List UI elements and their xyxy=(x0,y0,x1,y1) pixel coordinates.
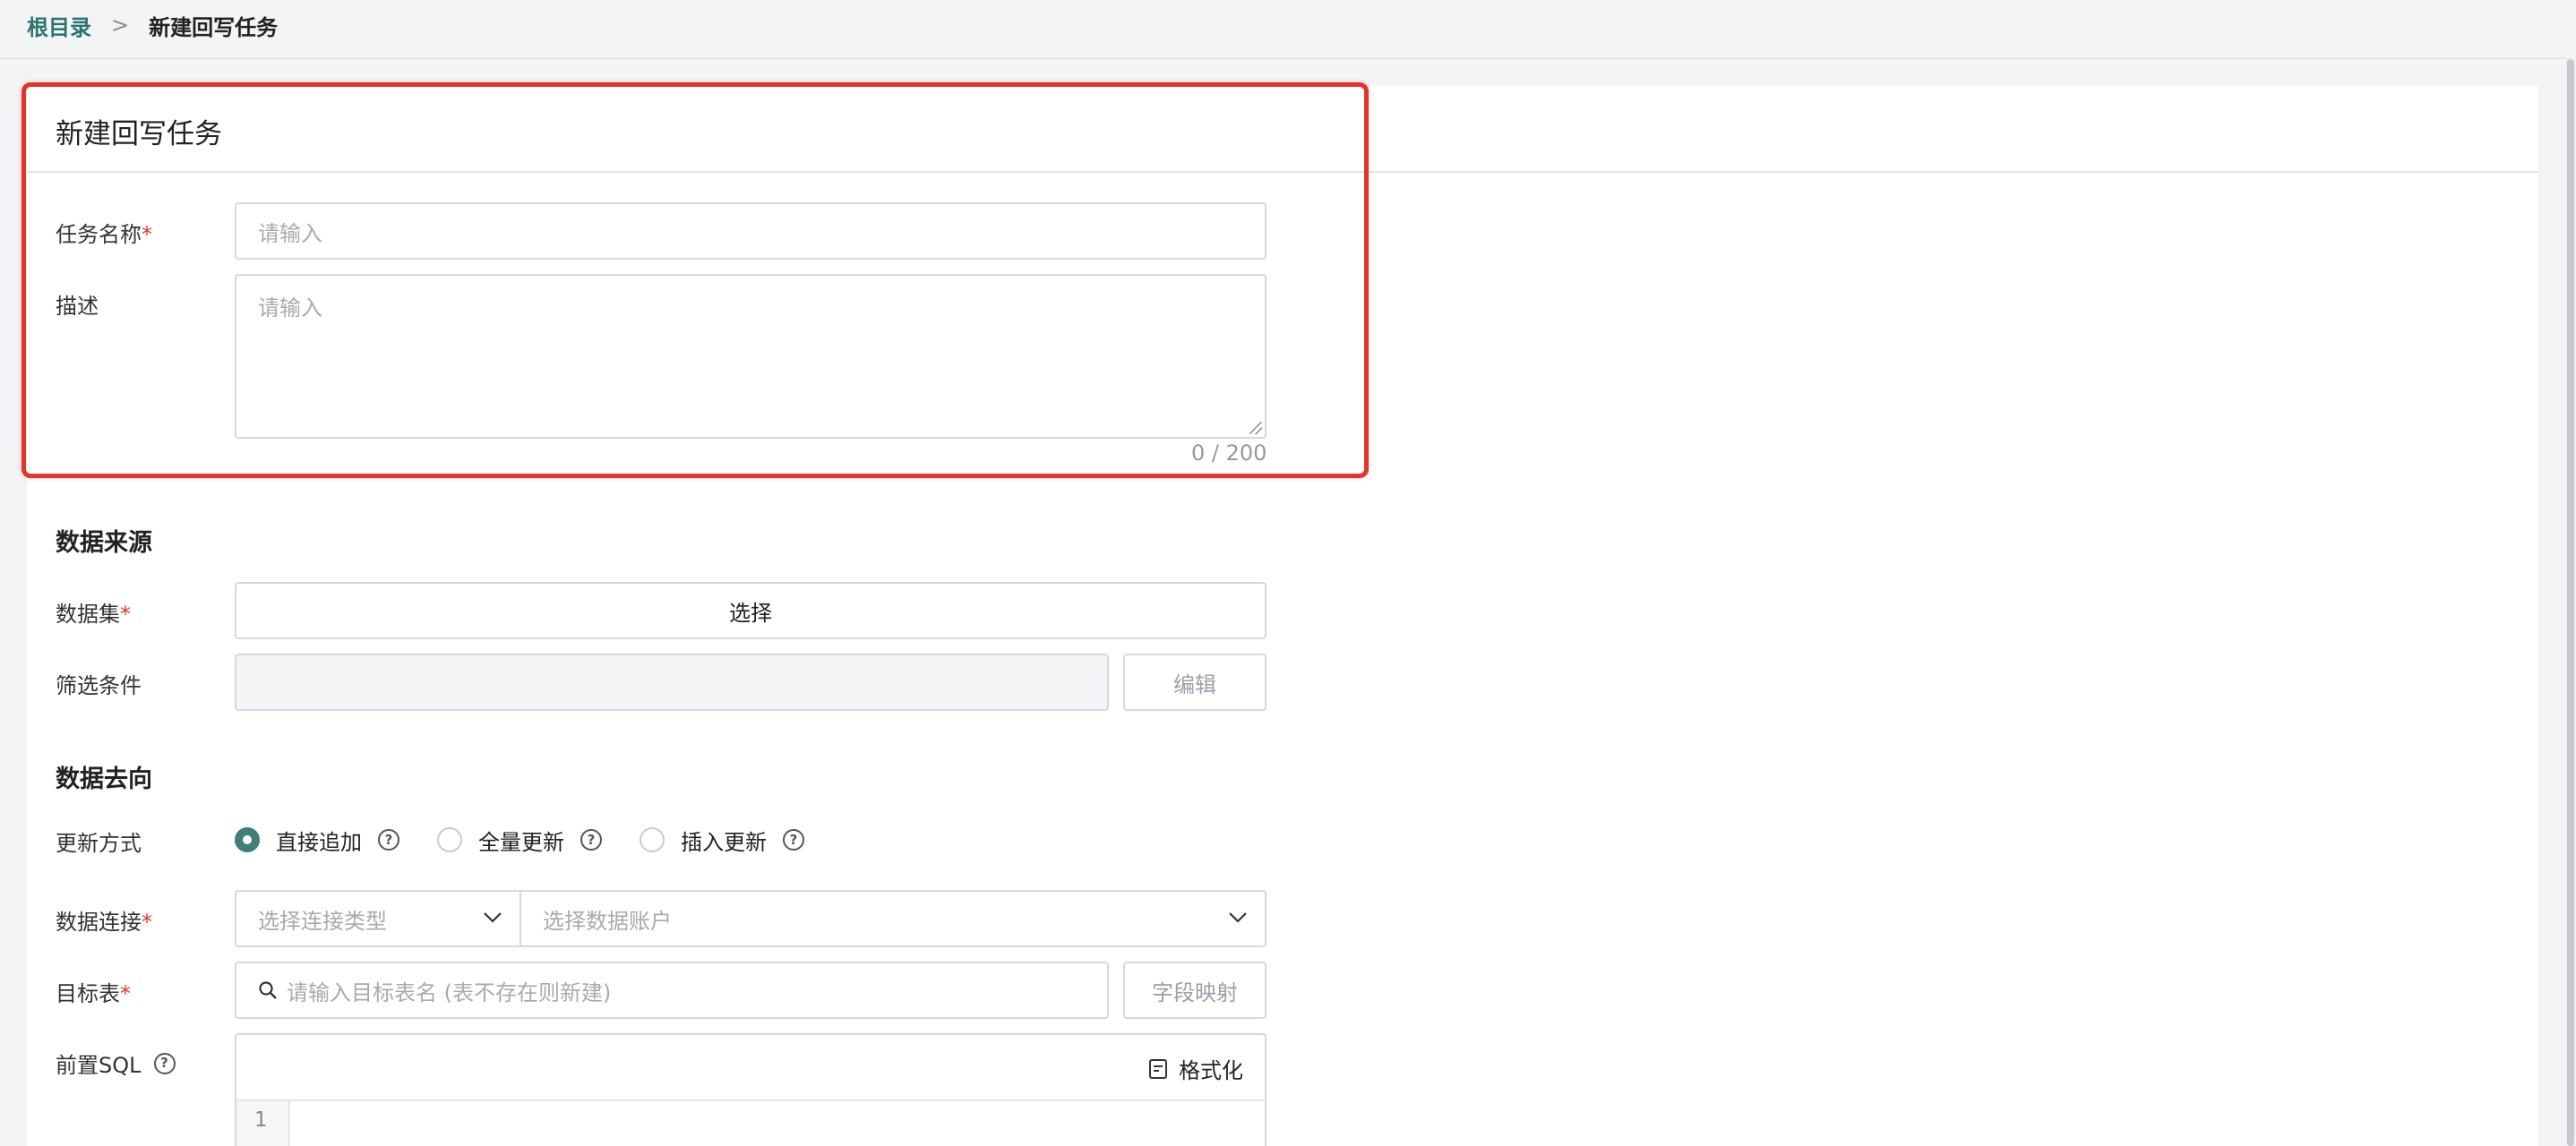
radio-checked[interactable] xyxy=(235,827,260,852)
dataset-select-button[interactable]: 选择 xyxy=(235,582,1267,639)
filter-condition-field xyxy=(235,654,1109,711)
required-mark: * xyxy=(120,981,131,1006)
format-button-label: 格式化 xyxy=(1179,1058,1243,1083)
page-title: 新建回写任务 xyxy=(56,118,222,150)
document-icon xyxy=(1149,1058,1167,1079)
radio-label: 插入更新 xyxy=(681,829,767,855)
chevron-down-icon xyxy=(484,912,502,923)
breadcrumb: 根目录 > 新建回写任务 xyxy=(27,7,278,43)
radio-unchecked[interactable] xyxy=(437,827,462,852)
target-table-label: 目标表* xyxy=(56,981,131,1006)
help-icon[interactable]: ? xyxy=(153,1052,176,1074)
update-mode-full[interactable]: 全量更新 ? xyxy=(437,825,602,856)
connection-type-placeholder: 选择连接类型 xyxy=(258,908,387,934)
search-icon xyxy=(258,980,278,1000)
data-target-section-title: 数据去向 xyxy=(56,765,152,793)
filter-label: 筛选条件 xyxy=(56,673,142,698)
field-mapping-button[interactable]: 字段映射 xyxy=(1123,962,1267,1019)
description-label: 描述 xyxy=(56,294,99,319)
dataset-label: 数据集* xyxy=(56,602,131,627)
data-account-placeholder: 选择数据账户 xyxy=(543,908,672,934)
description-placeholder: 请输入 xyxy=(258,295,322,321)
required-mark: * xyxy=(142,910,152,935)
data-source-section-title: 数据来源 xyxy=(56,529,152,557)
filter-edit-button[interactable]: 编辑 xyxy=(1123,654,1267,711)
radio-unchecked[interactable] xyxy=(640,827,665,852)
update-mode-label: 更新方式 xyxy=(56,831,142,856)
radio-label: 直接追加 xyxy=(276,829,362,855)
required-mark: * xyxy=(142,222,152,247)
card-header-divider xyxy=(27,171,2538,173)
chevron-down-icon xyxy=(1229,912,1247,923)
data-account-select[interactable]: 选择数据账户 xyxy=(519,890,1267,947)
breadcrumb-separator: > xyxy=(111,13,130,38)
sql-toolbar-divider xyxy=(236,1099,1265,1101)
help-icon[interactable]: ? xyxy=(580,829,602,851)
line-number-gutter: 1 xyxy=(236,1101,290,1146)
description-textarea[interactable]: 请输入 xyxy=(235,274,1267,439)
breadcrumb-current: 新建回写任务 xyxy=(149,14,279,40)
pre-sql-editor[interactable]: 格式化 1 xyxy=(235,1033,1267,1146)
update-mode-upsert[interactable]: 插入更新 ? xyxy=(640,825,804,856)
connection-label: 数据连接* xyxy=(56,910,152,935)
line-number: 1 xyxy=(254,1108,268,1132)
task-name-input[interactable]: 请输入 xyxy=(235,202,1267,260)
task-name-placeholder: 请输入 xyxy=(258,220,322,246)
help-icon[interactable]: ? xyxy=(783,829,804,851)
target-table-placeholder: 请输入目标表名 (表不存在则新建) xyxy=(287,979,612,1005)
scrollbar-thumb[interactable] xyxy=(2567,59,2574,1146)
description-char-counter: 0 / 200 xyxy=(1191,440,1267,466)
resize-handle[interactable] xyxy=(1249,422,1262,434)
format-button[interactable]: 格式化 xyxy=(1148,1053,1243,1084)
radio-label: 全量更新 xyxy=(478,829,564,855)
connection-type-select[interactable]: 选择连接类型 xyxy=(235,890,521,947)
header-divider xyxy=(0,57,2576,59)
update-mode-radio-group: 直接追加 ? 全量更新 ? 插入更新 ? xyxy=(235,824,842,856)
help-icon[interactable]: ? xyxy=(378,829,399,851)
pre-sql-label: 前置SQL ? xyxy=(56,1048,176,1079)
required-mark: * xyxy=(120,602,131,627)
update-mode-append[interactable]: 直接追加 ? xyxy=(235,825,399,856)
breadcrumb-root-link[interactable]: 根目录 xyxy=(27,10,91,41)
task-name-label: 任务名称* xyxy=(56,222,152,247)
target-table-input[interactable]: 请输入目标表名 (表不存在则新建) xyxy=(235,962,1109,1019)
